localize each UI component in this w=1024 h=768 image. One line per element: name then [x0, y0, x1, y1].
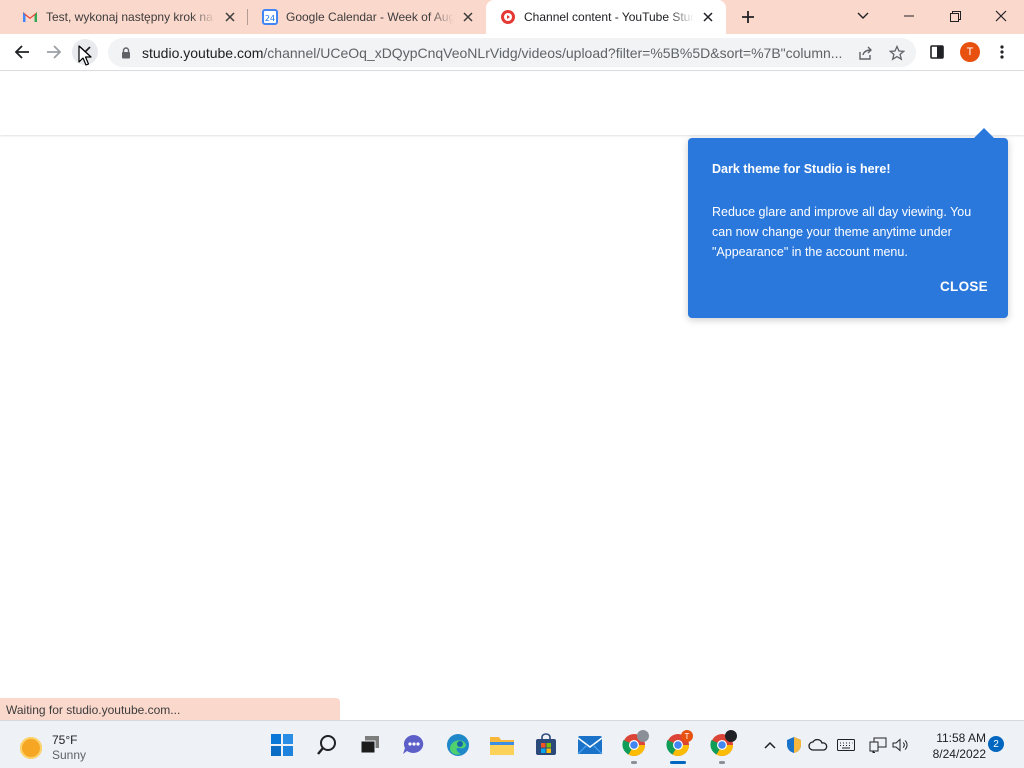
- running-indicator: [631, 761, 637, 764]
- youtube-studio-icon: [500, 9, 516, 25]
- lock-icon[interactable]: [118, 46, 134, 59]
- windows-start-icon[interactable]: [268, 731, 296, 759]
- weather-widget[interactable]: 75°F Sunny: [20, 733, 86, 763]
- security-shield-icon[interactable]: [784, 735, 804, 755]
- mail-icon[interactable]: [576, 731, 604, 759]
- tab-calendar[interactable]: 24 Google Calendar - Week of Augu: [248, 0, 486, 34]
- tooltip-body: Reduce glare and improve all day viewing…: [712, 205, 972, 259]
- minimize-button[interactable]: [886, 0, 932, 32]
- profile-badge-icon: [637, 730, 649, 742]
- bookmark-star-icon[interactable]: [888, 44, 906, 62]
- share-icon[interactable]: [856, 44, 874, 62]
- close-window-button[interactable]: [978, 0, 1024, 32]
- profile-badge-icon: [725, 730, 737, 742]
- mouse-cursor-icon: [78, 45, 92, 70]
- tab-strip: Test, wykonaj następny krok na u 24 Goog…: [0, 0, 1024, 34]
- studio-header: [0, 72, 1024, 135]
- profile-avatar[interactable]: T: [960, 42, 980, 62]
- notification-count-badge[interactable]: 2: [988, 736, 1004, 752]
- side-panel-icon[interactable]: [924, 39, 950, 65]
- page-content: Dark theme for Studio is here! Reduce gl…: [0, 72, 1024, 698]
- tab-search-button[interactable]: [840, 0, 886, 32]
- file-explorer-icon[interactable]: [488, 731, 516, 759]
- chrome-profile-badge: T: [681, 730, 693, 742]
- status-bubble: Waiting for studio.youtube.com...: [0, 698, 340, 720]
- restore-button[interactable]: [932, 0, 978, 32]
- address-bar[interactable]: studio.youtube.com/channel/UCeOq_xDQypCn…: [108, 38, 916, 67]
- tab-title: Channel content - YouTube Studi: [524, 10, 694, 24]
- new-tab-button[interactable]: [738, 7, 758, 27]
- volume-icon[interactable]: [891, 735, 911, 755]
- gmail-icon: [22, 9, 38, 25]
- search-icon[interactable]: [313, 731, 341, 759]
- clock-date: 8/24/2022: [932, 747, 986, 761]
- tab-title: Google Calendar - Week of Augu: [286, 10, 454, 24]
- svg-text:24: 24: [265, 14, 275, 23]
- weather-temperature: 75°F: [52, 733, 78, 747]
- tab-title: Test, wykonaj następny krok na u: [46, 10, 216, 24]
- keyboard-icon[interactable]: [836, 735, 856, 755]
- menu-kebab-icon[interactable]: [989, 39, 1015, 65]
- onedrive-cloud-icon[interactable]: [808, 735, 828, 755]
- tab-youtube-studio[interactable]: Channel content - YouTube Studi: [486, 0, 726, 34]
- tooltip-title: Dark theme for Studio is here!: [712, 162, 891, 176]
- close-tab-icon[interactable]: [460, 9, 476, 25]
- close-tab-icon[interactable]: [222, 9, 238, 25]
- teams-chat-icon[interactable]: [400, 731, 428, 759]
- system-clock[interactable]: 11:58 AM 8/24/2022: [920, 730, 986, 762]
- edge-browser-icon[interactable]: [444, 731, 472, 759]
- url-text: studio.youtube.com/channel/UCeOq_xDQypCn…: [142, 44, 842, 61]
- google-calendar-icon: 24: [262, 9, 278, 25]
- task-view-icon[interactable]: [356, 731, 384, 759]
- tooltip-arrow: [973, 128, 995, 139]
- back-button[interactable]: [9, 39, 35, 65]
- running-indicator: [719, 761, 725, 764]
- sun-icon: [20, 737, 42, 759]
- forward-button[interactable]: [41, 39, 67, 65]
- network-icon[interactable]: [868, 735, 888, 755]
- weather-condition: Sunny: [52, 748, 87, 762]
- close-tab-icon[interactable]: [700, 9, 716, 25]
- dark-theme-tooltip: Dark theme for Studio is here! Reduce gl…: [688, 128, 1008, 318]
- windows-taskbar: 75°F Sunny T 11:58 AM 8/24/2022: [0, 720, 1024, 768]
- tab-gmail[interactable]: Test, wykonaj następny krok na u: [8, 0, 248, 34]
- active-app-indicator: [670, 761, 686, 764]
- clock-time: 11:58 AM: [936, 731, 986, 745]
- microsoft-store-icon[interactable]: [532, 731, 560, 759]
- tooltip-close-button[interactable]: CLOSE: [940, 279, 988, 294]
- browser-toolbar: studio.youtube.com/channel/UCeOq_xDQypCn…: [0, 34, 1024, 71]
- chevron-up-icon[interactable]: [760, 735, 780, 755]
